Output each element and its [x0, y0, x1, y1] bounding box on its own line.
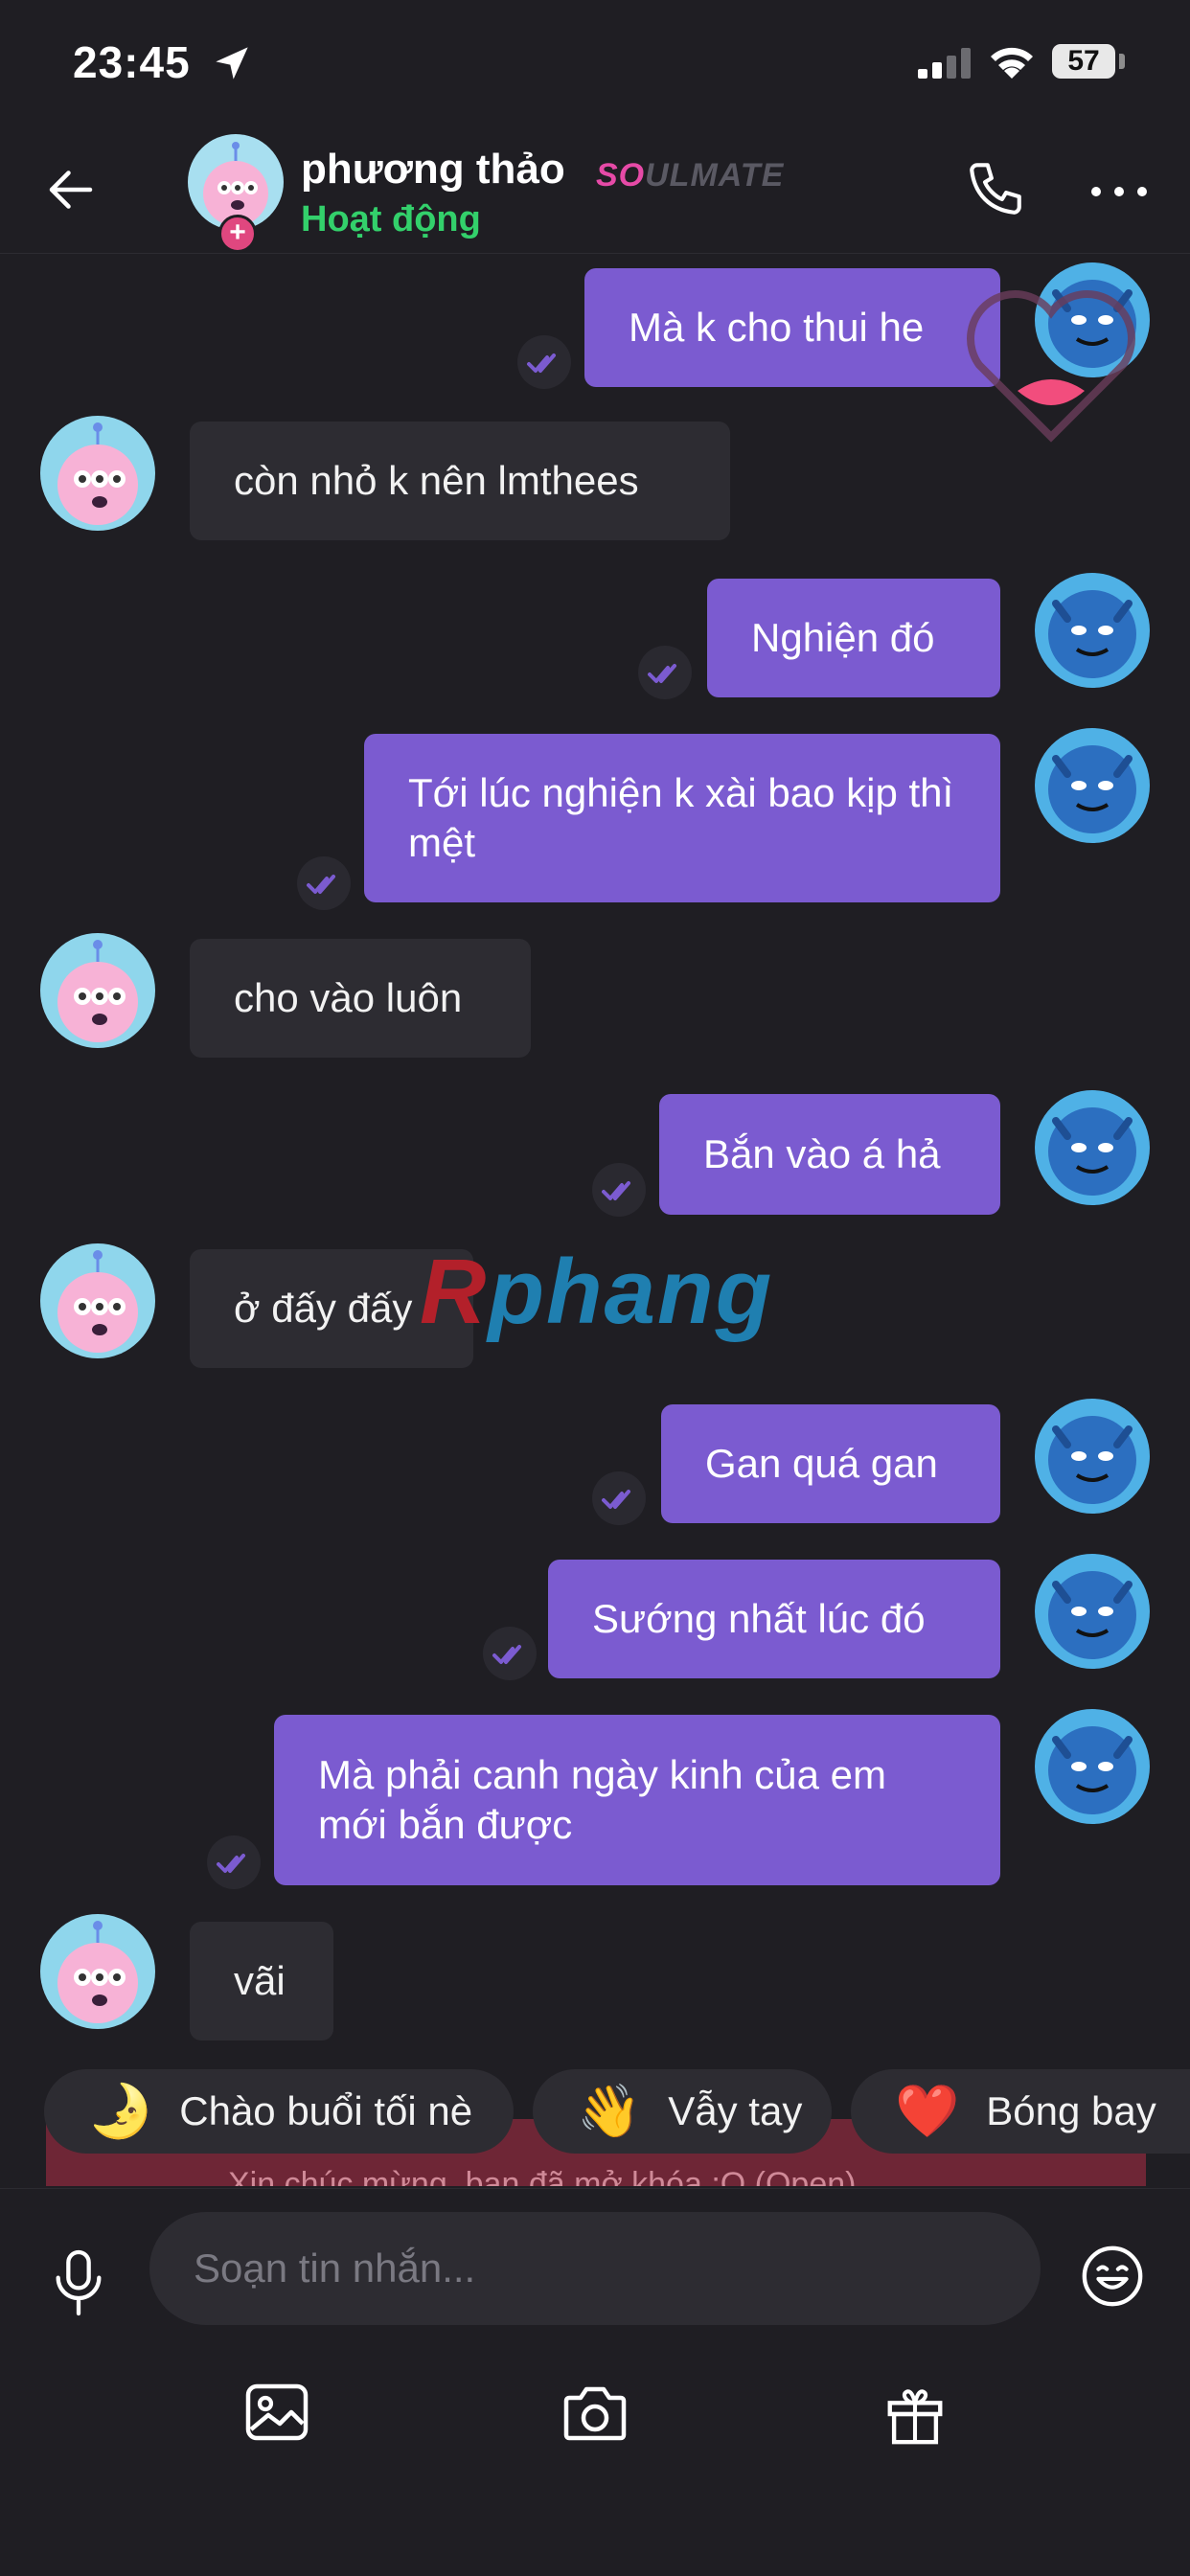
battery-tip — [1119, 54, 1125, 69]
contact-message-avatar[interactable] — [40, 1243, 155, 1358]
signal-icon — [918, 48, 971, 79]
chat-header: + phương thảo SOULMATE Hoạt động — [0, 134, 1190, 254]
my-avatar[interactable] — [1035, 573, 1150, 688]
location-arrow-icon — [216, 47, 248, 80]
message-bubble-outgoing[interactable]: Mà k cho thui he — [584, 268, 1000, 387]
message-bubble-outgoing[interactable]: Nghiện đó — [707, 579, 1000, 697]
message-composer — [0, 2188, 1190, 2576]
add-friend-badge[interactable]: + — [218, 215, 257, 253]
my-avatar[interactable] — [1035, 728, 1150, 843]
double-check-icon — [483, 1627, 537, 1680]
quick-reply-label: Vẫy tay — [668, 2088, 803, 2133]
contact-name: phương thảo — [301, 146, 565, 193]
watermark-part1: R — [420, 1241, 489, 1343]
message-bubble-outgoing[interactable]: Sướng nhất lúc đó — [548, 1560, 1000, 1678]
wave-icon: 👋 — [577, 2082, 642, 2140]
double-check-icon — [592, 1163, 646, 1217]
status-time: 23:45 — [73, 37, 191, 87]
quick-reply-wave[interactable]: 👋 Vẫy tay — [533, 2069, 832, 2154]
microphone-icon[interactable] — [48, 2246, 109, 2319]
message-bubble-incoming[interactable]: cho vào luôn — [190, 939, 531, 1058]
soulmate-badge: SOULMATE — [596, 157, 784, 194]
my-avatar[interactable] — [1035, 1090, 1150, 1205]
gallery-icon[interactable] — [241, 2381, 312, 2444]
message-bubble-outgoing[interactable]: Tới lúc nghiện k xài bao kịp thì mệt — [364, 734, 1000, 902]
soulmate-badge-rest: ULMATE — [645, 157, 785, 194]
my-avatar[interactable] — [1035, 1554, 1150, 1669]
more-icon[interactable] — [1088, 184, 1150, 199]
message-bubble-incoming[interactable]: còn nhỏ k nên lmthees — [190, 422, 730, 540]
message-bubble-outgoing[interactable]: Gan quá gan — [661, 1404, 1000, 1523]
moon-icon: 🌛 — [88, 2082, 153, 2140]
back-arrow-icon[interactable] — [42, 161, 100, 218]
double-check-icon — [297, 856, 351, 910]
message-bubble-outgoing[interactable]: Bắn vào á hả — [659, 1094, 1000, 1215]
battery-indicator: 57 — [1052, 44, 1115, 79]
double-check-icon — [207, 1835, 261, 1889]
presence-status: Hoạt động — [301, 199, 481, 239]
contact-message-avatar[interactable] — [40, 933, 155, 1048]
message-bubble-outgoing[interactable]: Mà phải canh ngày kinh của em mới bắn đư… — [274, 1715, 1000, 1885]
my-avatar[interactable] — [1035, 1399, 1150, 1514]
double-check-icon — [517, 335, 571, 389]
phone-icon[interactable] — [964, 157, 1027, 220]
quick-reply-balloon[interactable]: ❤️ Bóng bay — [851, 2069, 1190, 2154]
double-check-icon — [638, 646, 692, 699]
contact-message-avatar[interactable] — [40, 416, 155, 531]
status-bar: 23:45 57 — [0, 0, 1190, 125]
heart-icon: ❤️ — [895, 2082, 960, 2140]
camera-icon[interactable] — [560, 2381, 630, 2444]
message-bubble-incoming[interactable]: vãi — [190, 1922, 333, 2040]
message-input[interactable] — [149, 2212, 1041, 2325]
quick-reply-good-evening[interactable]: 🌛 Chào buổi tối nè — [44, 2069, 514, 2154]
watermark-logo: Rphang — [420, 1240, 773, 1345]
wifi-icon — [991, 47, 1033, 79]
soulmate-badge-so: SO — [596, 157, 646, 194]
gift-icon[interactable] — [881, 2381, 949, 2448]
my-avatar[interactable] — [1035, 1709, 1150, 1824]
watermark-part2: phang — [488, 1241, 774, 1343]
emoji-icon[interactable] — [1079, 2243, 1146, 2310]
quick-reply-label: Chào buổi tối nè — [179, 2088, 473, 2133]
contact-message-avatar[interactable] — [40, 1914, 155, 2029]
double-check-icon — [592, 1471, 646, 1525]
quick-reply-label: Bóng bay — [986, 2088, 1156, 2133]
heart-reaction-icon — [967, 290, 1135, 443]
